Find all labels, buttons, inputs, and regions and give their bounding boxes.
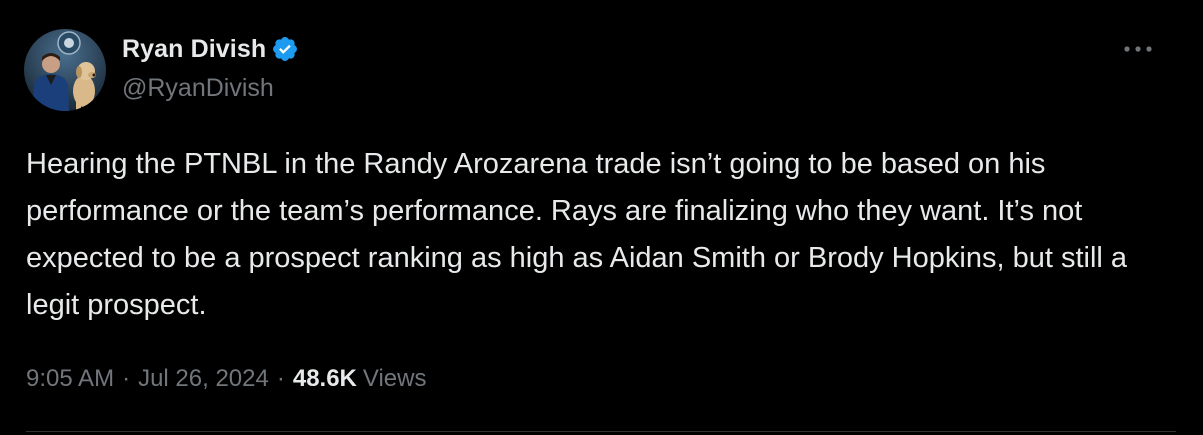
views-count[interactable]: 48.6K (293, 365, 357, 393)
tweet-card[interactable]: Ryan Divish @RyanDivish Hearing the PTNB… (0, 0, 1203, 435)
views-label[interactable]: Views (363, 365, 427, 393)
author-avatar[interactable] (24, 29, 106, 111)
author-handle[interactable]: @RyanDivish (122, 74, 274, 103)
more-icon (1124, 46, 1152, 52)
verified-badge-icon[interactable] (271, 35, 299, 63)
meta-separator: · (122, 365, 131, 392)
tweet-metadata: 9:05 AM · Jul 26, 2024 · 48.6K Views (26, 365, 426, 393)
divider (26, 431, 1176, 432)
tweet-text: Hearing the PTNBL in the Randy Arozarena… (26, 148, 1128, 321)
author-display-name[interactable]: Ryan Divish (122, 35, 266, 64)
avatar-image (24, 29, 106, 111)
author-name-row: Ryan Divish (122, 33, 299, 65)
more-options-button[interactable] (1118, 34, 1158, 64)
meta-separator: · (276, 365, 285, 392)
tweet-date[interactable]: Jul 26, 2024 (138, 365, 269, 393)
tweet-time[interactable]: 9:05 AM (26, 365, 114, 393)
